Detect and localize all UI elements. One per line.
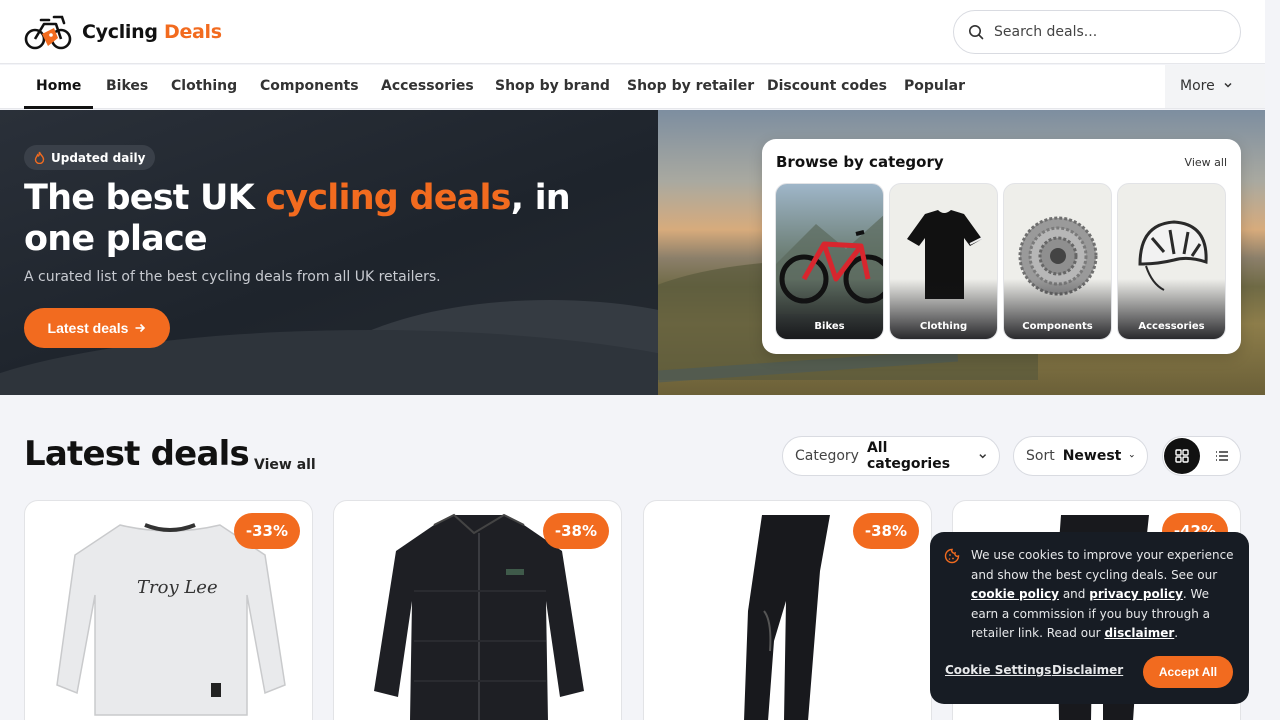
chevron-down-icon	[978, 454, 986, 459]
category-filter-label: Category	[795, 448, 859, 464]
hero-subtitle: A curated list of the best cycling deals…	[24, 269, 441, 285]
nav-more-label: More	[1180, 78, 1215, 94]
svg-text:Troy Lee: Troy Lee	[137, 577, 218, 598]
category-tile-clothing[interactable]: Clothing	[889, 183, 998, 340]
cookie-text-2: and	[1059, 587, 1090, 601]
cookie-text-4: .	[1174, 626, 1179, 640]
chevron-down-icon	[1224, 82, 1232, 88]
category-filter-value: All categories	[866, 440, 951, 472]
nav-item-clothing[interactable]: Clothing	[171, 65, 237, 108]
grid-icon	[1175, 449, 1189, 463]
grid-view-button[interactable]	[1164, 438, 1200, 474]
nav-item-home[interactable]: Home	[23, 65, 94, 109]
bicycle-logo-icon	[24, 15, 72, 50]
nav-item-shop-by-brand[interactable]: Shop by brand	[495, 65, 610, 108]
nav-item-bikes[interactable]: Bikes	[106, 65, 148, 108]
sort-label: Sort	[1026, 448, 1055, 464]
latest-deals-label: Latest deals	[47, 320, 129, 336]
browse-by-category-card: Browse by category View all Bikes Clothi…	[762, 139, 1241, 354]
hero-title: The best UK cycling deals, in one place	[24, 178, 644, 260]
brand-name: Cycling Deals	[82, 21, 222, 43]
browse-title: Browse by category	[776, 153, 944, 171]
nav-item-accessories[interactable]: Accessories	[381, 65, 474, 108]
view-mode-toggle	[1162, 436, 1241, 476]
list-view-button[interactable]	[1204, 438, 1240, 474]
category-label-accessories: Accessories	[1138, 321, 1205, 332]
discount-badge: -38%	[542, 513, 609, 549]
disclaimer-inline-link[interactable]: disclaimer	[1104, 626, 1174, 640]
deal-card[interactable]: Troy Lee -33%	[24, 500, 313, 720]
latest-view-all-link[interactable]: View all	[254, 457, 316, 473]
category-filter-dropdown[interactable]: Category All categories	[782, 436, 1000, 476]
category-label-bikes: Bikes	[814, 321, 845, 332]
sort-value: Newest	[1062, 448, 1122, 464]
cookie-settings-link[interactable]: Cookie Settings	[945, 663, 1051, 677]
category-tile-components[interactable]: Components	[1003, 183, 1112, 340]
hero-title-accent: cycling deals	[265, 178, 511, 218]
search-box[interactable]	[953, 10, 1241, 54]
nav-item-popular[interactable]: Popular	[904, 65, 965, 108]
cookie-text-1: We use cookies to improve your experienc…	[971, 548, 1234, 582]
search-icon	[969, 25, 984, 40]
nav-item-components[interactable]: Components	[260, 65, 359, 108]
discount-badge: -38%	[852, 513, 919, 549]
nav-more-button[interactable]: More	[1165, 65, 1265, 108]
category-tile-bikes[interactable]: Bikes	[775, 183, 884, 340]
search-input[interactable]	[994, 24, 1214, 40]
nav-item-shop-by-retailer[interactable]: Shop by retailer	[627, 65, 754, 108]
privacy-policy-link[interactable]: privacy policy	[1089, 587, 1183, 601]
nav-item-discount-codes[interactable]: Discount codes	[767, 65, 887, 108]
chevron-down-icon	[1130, 454, 1135, 458]
arrow-right-icon	[135, 323, 146, 333]
badge-label: Updated daily	[51, 150, 146, 165]
updated-daily-badge: Updated daily	[24, 145, 156, 170]
sort-dropdown[interactable]: Sort Newest	[1013, 436, 1148, 476]
disclaimer-link[interactable]: Disclaimer	[1052, 663, 1123, 677]
accept-all-button[interactable]: Accept All	[1143, 656, 1233, 688]
cookie-banner: We use cookies to improve your experienc…	[930, 532, 1249, 704]
discount-badge: -33%	[233, 513, 300, 549]
category-label-clothing: Clothing	[919, 321, 968, 332]
main-nav: Home Bikes Clothing Components Accessori…	[0, 65, 1265, 109]
list-icon	[1216, 451, 1228, 461]
category-tile-accessories[interactable]: Accessories	[1117, 183, 1226, 340]
latest-deals-title: Latest deals	[24, 434, 250, 474]
cookie-message: We use cookies to improve your experienc…	[971, 546, 1239, 644]
hero-title-part1: The best UK	[24, 178, 266, 218]
brand-name-part1: Cycling	[82, 21, 164, 43]
cookie-icon	[944, 548, 960, 564]
site-logo[interactable]: Cycling Deals	[24, 12, 222, 52]
category-label-components: Components	[1022, 321, 1093, 332]
browse-view-all-link[interactable]: View all	[1185, 156, 1227, 169]
brand-name-part2: Deals	[163, 21, 222, 43]
cookie-policy-link[interactable]: cookie policy	[971, 587, 1059, 601]
deal-card[interactable]: -38%	[333, 500, 622, 720]
site-header: Cycling Deals	[0, 0, 1265, 64]
flame-icon	[34, 151, 45, 164]
deal-card[interactable]: -38%	[643, 500, 932, 720]
latest-deals-button[interactable]: Latest deals	[24, 308, 170, 348]
